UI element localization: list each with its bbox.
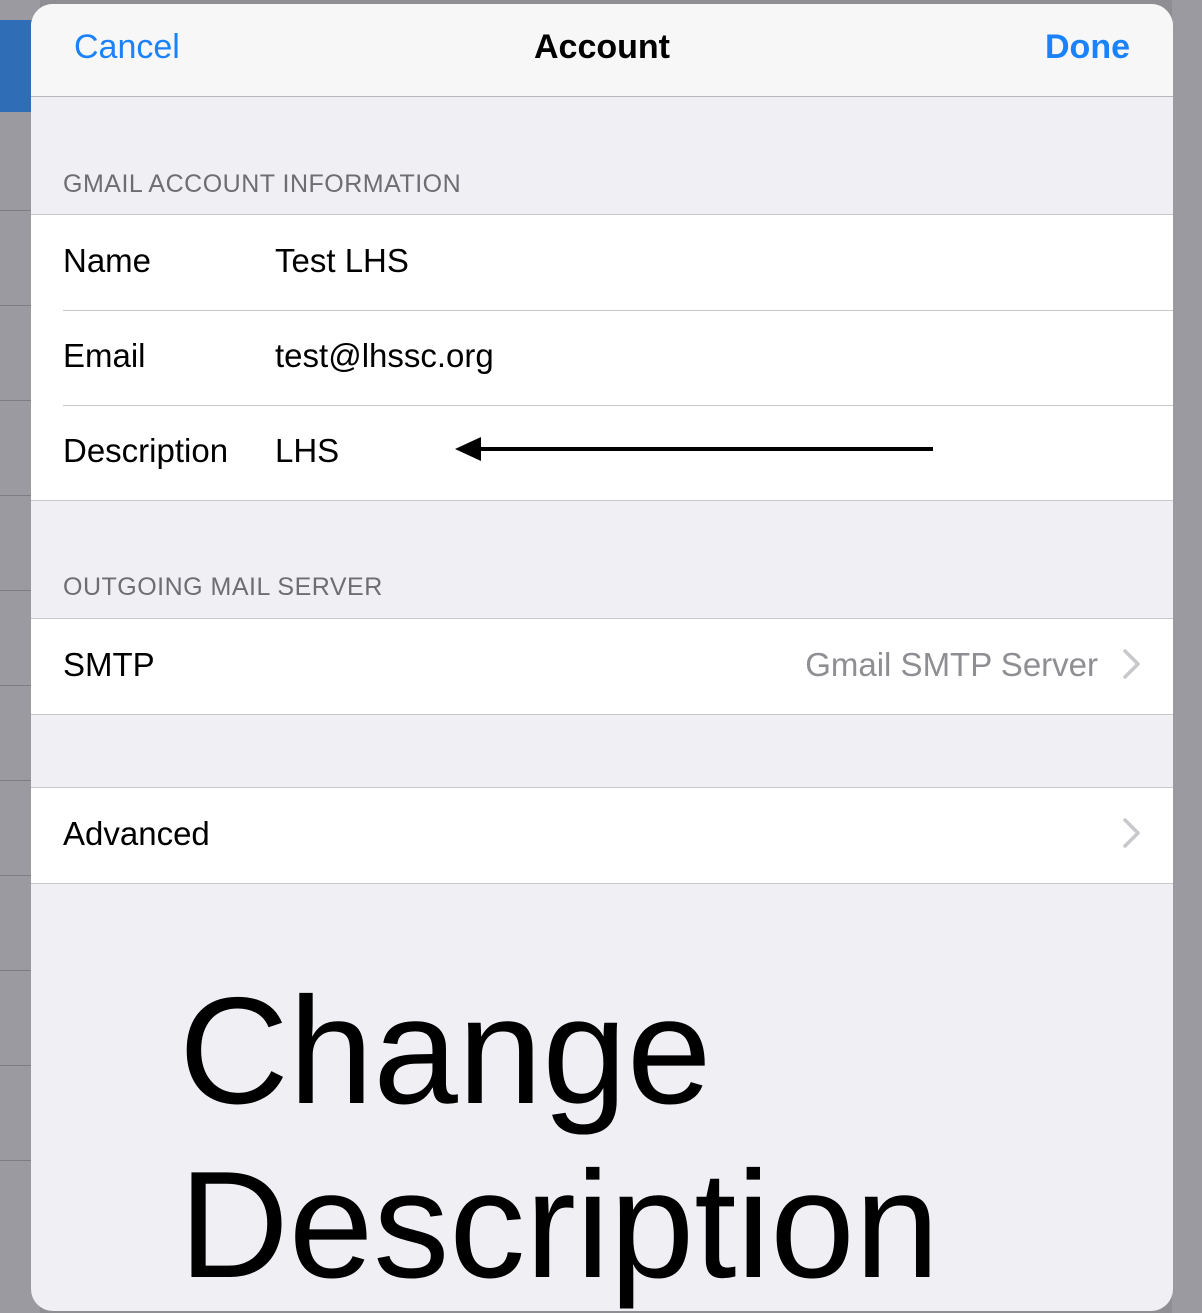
navigation-bar: Cancel Account Done xyxy=(31,4,1173,97)
name-row[interactable]: Name Test LHS xyxy=(31,215,1173,310)
description-field[interactable]: LHS xyxy=(275,432,339,470)
annotation-line-2: Description xyxy=(179,1140,940,1310)
chevron-right-icon xyxy=(1123,818,1140,848)
smtp-value: Gmail SMTP Server xyxy=(805,646,1098,683)
chevron-right-icon xyxy=(1123,649,1140,679)
advanced-group: Advanced xyxy=(31,787,1173,884)
name-label: Name xyxy=(63,242,152,279)
description-label: Description xyxy=(63,432,229,469)
section-header-account-info: GMAIL ACCOUNT INFORMATION xyxy=(63,170,462,198)
smtp-row[interactable]: SMTP Gmail SMTP Server xyxy=(31,619,1173,714)
advanced-label: Advanced xyxy=(63,815,210,852)
section-header-outgoing: OUTGOING MAIL SERVER xyxy=(63,573,383,601)
background-app-right xyxy=(1172,0,1202,1313)
annotation-line-1: Change xyxy=(179,966,712,1136)
advanced-row[interactable]: Advanced xyxy=(31,788,1173,883)
page-title: Account xyxy=(534,28,670,66)
done-button[interactable]: Done xyxy=(1045,28,1130,67)
email-field[interactable]: test@lhssc.org xyxy=(275,337,494,375)
annotation-caption: Change Description xyxy=(179,964,939,1311)
account-sheet: Cancel Account Done GMAIL ACCOUNT INFORM… xyxy=(31,4,1173,1311)
outgoing-server-group: SMTP Gmail SMTP Server xyxy=(31,618,1173,715)
email-row[interactable]: Email test@lhssc.org xyxy=(31,310,1173,405)
arrow-left-icon xyxy=(455,437,933,461)
smtp-label: SMTP xyxy=(63,646,155,683)
name-field[interactable]: Test LHS xyxy=(275,242,409,280)
email-label: Email xyxy=(63,337,146,374)
